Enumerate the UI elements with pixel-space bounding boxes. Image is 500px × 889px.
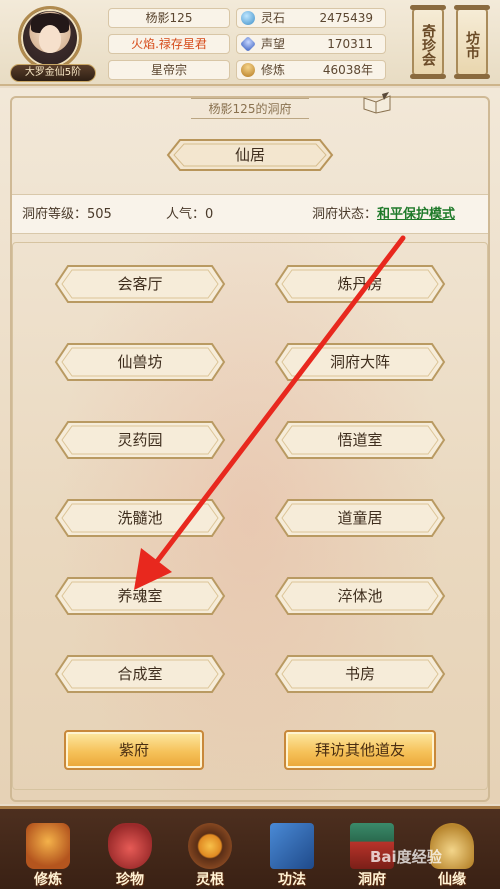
room-button[interactable]: 灵药园 <box>54 420 226 460</box>
room-button[interactable]: 淬体池 <box>274 576 446 616</box>
room-button[interactable]: 洗髓池 <box>54 498 226 538</box>
cave-level: 洞府等级：505 <box>22 207 112 222</box>
rank-badge: 大罗金仙5阶 <box>10 64 96 82</box>
visit-friends-button[interactable]: 拜访其他道友 <box>284 730 436 770</box>
room-button[interactable]: 养魂室 <box>54 576 226 616</box>
room-button[interactable]: 道童居 <box>274 498 446 538</box>
top-bar: 大罗金仙5阶 杨影125 火焰.禄存星君 星帝宗 灵石 2475439 声望 1… <box>0 0 500 86</box>
room-label: 炼丹房 <box>337 275 383 293</box>
book-quill-icon[interactable] <box>362 92 392 114</box>
nav-technique[interactable]: 功法 <box>260 819 324 889</box>
cultivation-icon <box>241 63 255 77</box>
residence-button[interactable]: 仙居 <box>166 138 334 172</box>
treasure-bag-nav-icon <box>108 823 152 869</box>
room-button[interactable]: 仙兽坊 <box>54 342 226 382</box>
watermark: Bai度经验 <box>370 848 442 866</box>
nav-treasure[interactable]: 珍物 <box>98 819 162 889</box>
room-button[interactable]: 书房 <box>274 654 446 694</box>
spirit-root-nav-icon <box>188 823 232 869</box>
cave-status-link[interactable]: 和平保护模式 <box>377 207 455 222</box>
player-sect: 星帝宗 <box>108 60 230 80</box>
technique-nav-icon <box>270 823 314 869</box>
room-label: 道童居 <box>337 509 383 527</box>
player-title: 火焰.禄存星君 <box>108 34 230 54</box>
room-button[interactable]: 悟道室 <box>274 420 446 460</box>
player-avatar[interactable]: 大罗金仙5阶 <box>10 4 100 84</box>
room-label: 合成室 <box>117 665 163 683</box>
stat-cultivation: 修炼 46038年 <box>236 60 386 80</box>
nav-cultivate[interactable]: 修炼 <box>16 819 80 889</box>
room-button[interactable]: 炼丹房 <box>274 264 446 304</box>
market-button[interactable]: 坊市 <box>454 5 490 79</box>
room-button[interactable]: 洞府大阵 <box>274 342 446 382</box>
room-button[interactable]: 会客厅 <box>54 264 226 304</box>
avatar-portrait <box>18 6 82 70</box>
cave-popularity: 人气：0 <box>166 207 214 222</box>
player-name: 杨影125 <box>108 8 230 28</box>
room-label: 养魂室 <box>117 587 163 605</box>
cave-status: 洞府状态：和平保护模式 <box>312 207 456 222</box>
room-label: 洗髓池 <box>117 509 163 527</box>
cave-panel: 杨影125的洞府 仙居 洞府等级：505 人气：0 洞府状态：和平保护模式 会客… <box>0 88 500 804</box>
treasure-auction-button[interactable]: 奇珍会 <box>410 5 446 79</box>
stat-prestige: 声望 170311 <box>236 34 386 54</box>
room-label: 仙兽坊 <box>117 353 163 371</box>
room-label: 淬体池 <box>337 587 383 605</box>
cave-info-row: 洞府等级：505 人气：0 洞府状态：和平保护模式 <box>12 194 488 234</box>
room-label: 书房 <box>344 665 375 683</box>
room-button[interactable]: 合成室 <box>54 654 226 694</box>
nav-spirit-root[interactable]: 灵根 <box>178 819 242 889</box>
room-label: 灵药园 <box>117 431 163 449</box>
room-label: 会客厅 <box>117 275 163 293</box>
spirit-stone-icon <box>241 11 255 25</box>
room-label: 悟道室 <box>337 431 383 449</box>
cave-title: 杨影125的洞府 <box>0 98 500 119</box>
room-label: 洞府大阵 <box>329 353 390 371</box>
cultivate-nav-icon <box>26 823 70 869</box>
prestige-icon <box>240 36 256 52</box>
stat-spirit-stone: 灵石 2475439 <box>236 8 386 28</box>
purple-mansion-button[interactable]: 紫府 <box>64 730 204 770</box>
